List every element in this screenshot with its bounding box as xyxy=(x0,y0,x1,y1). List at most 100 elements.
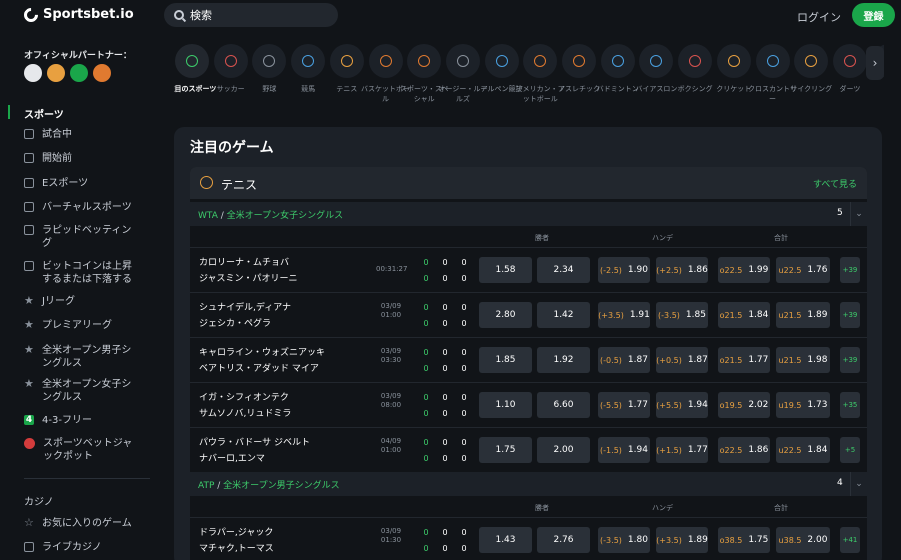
handicap-1-odds[interactable]: (-1.5) 1.94 xyxy=(598,437,650,463)
sidebar-item-premier[interactable]: ★ プレミアリーグ xyxy=(24,319,112,332)
winner-2-odds[interactable]: 2.00 xyxy=(537,437,590,463)
match-row: キャロライン・ウォズニアッキ ベアトリス・アダッド マイア 03/09 03:30 0 0… xyxy=(190,337,867,381)
sidebar-item-label: プレミアリーグ xyxy=(42,320,112,331)
sidebar-casino-header[interactable]: カジノ xyxy=(24,493,54,508)
player-2-name: サムソノバ,リュドミラ xyxy=(199,409,292,419)
winner-1-odds[interactable]: 1.58 xyxy=(479,257,532,283)
winner-1-odds[interactable]: 1.10 xyxy=(479,392,532,418)
sport-tab[interactable]: クロスカントリー xyxy=(748,44,797,104)
score-column: 00 xyxy=(422,300,430,332)
more-markets-button[interactable]: +39 xyxy=(840,302,860,328)
competition-header[interactable]: WTA / 全米オープン女子シングルス 5 ⌄ xyxy=(190,202,867,226)
sidebar-item-usopen-women[interactable]: ★ 全米オープン女子シングルス xyxy=(24,378,134,404)
match-players[interactable]: イガ・シフィオンテク サムソノバ,リュドミラ xyxy=(199,390,291,422)
match-clock: 01:00 xyxy=(380,446,402,454)
handicap-2-odds[interactable]: (+2.5) 1.86 xyxy=(656,257,708,283)
basketball-logo-icon[interactable] xyxy=(93,64,111,82)
competition-category: WTA xyxy=(198,211,218,221)
four-icon: 4 xyxy=(24,415,34,425)
total-under-odds[interactable]: u21.5 1.89 xyxy=(776,302,830,328)
sidebar-item-jackpot[interactable]: スポーツベットジャックポット xyxy=(24,437,136,463)
winner-1-odds[interactable]: 1.75 xyxy=(479,437,532,463)
more-markets-button[interactable]: +5 xyxy=(840,437,860,463)
winner-1-odds[interactable]: 1.85 xyxy=(479,347,532,373)
handicap-2-odds[interactable]: (+5.5) 1.94 xyxy=(656,392,708,418)
odds-line: u21.5 xyxy=(778,355,802,365)
total-under-odds[interactable]: u22.5 1.84 xyxy=(776,437,830,463)
sidebar-item-virtual[interactable]: バーチャルスポーツ xyxy=(24,201,132,214)
more-markets-button[interactable]: +35 xyxy=(840,392,860,418)
winner-1-odds[interactable]: 1.43 xyxy=(479,527,532,553)
total-under-odds[interactable]: u22.5 1.76 xyxy=(776,257,830,283)
competition-header[interactable]: ATP / 全米オープン男子シングルス 4 ⌄ xyxy=(190,472,867,496)
hull-logo-icon[interactable] xyxy=(47,64,65,82)
total-over-odds[interactable]: o21.5 1.84 xyxy=(718,302,770,328)
match-date: 03/09 xyxy=(380,302,402,310)
match-row: パウラ・バドーサ ジベルト ナバーロ,エンマ 04/09 01:00 0 0 0 0 0 0 1.7… xyxy=(190,427,867,471)
handicap-2-odds[interactable]: (-3.5) 1.85 xyxy=(656,302,708,328)
match-players[interactable]: パウラ・バドーサ ジベルト ナバーロ,エンマ xyxy=(199,435,310,467)
star-icon: ☆ xyxy=(24,516,34,529)
handicap-2-odds[interactable]: (+3.5) 1.89 xyxy=(656,527,708,553)
register-button[interactable]: 登録 xyxy=(852,3,895,27)
more-markets-button[interactable]: +39 xyxy=(840,257,860,283)
total-over-odds[interactable]: o38.5 1.75 xyxy=(718,527,770,553)
handicap-2-odds[interactable]: (+1.5) 1.77 xyxy=(656,437,708,463)
handicap-2-odds[interactable]: (+0.5) 1.87 xyxy=(656,347,708,373)
sidebar-sports-header[interactable]: スポーツ xyxy=(24,106,64,121)
sidebar-item-favorites[interactable]: ☆ お気に入りのゲーム xyxy=(24,517,132,530)
handicap-1-odds[interactable]: (-0.5) 1.87 xyxy=(598,347,650,373)
sidebar-item-esports[interactable]: Eスポーツ xyxy=(24,177,88,190)
winner-2-odds[interactable]: 1.42 xyxy=(537,302,590,328)
sport-tab[interactable]: アメリカン・フットボール xyxy=(516,44,565,104)
total-under-odds[interactable]: u38.5 2.00 xyxy=(776,527,830,553)
score-p2: 0 xyxy=(423,274,429,283)
total-under-odds[interactable]: u21.5 1.98 xyxy=(776,347,830,373)
odds-value: 1.75 xyxy=(748,535,769,545)
total-under-odds[interactable]: u19.5 1.73 xyxy=(776,392,830,418)
chevron-down-icon[interactable]: ⌄ xyxy=(850,202,867,226)
star-icon: ★ xyxy=(24,318,34,331)
handicap-1-odds[interactable]: (-3.5) 1.80 xyxy=(598,527,650,553)
sidebar-item-upcoming[interactable]: 開始前 xyxy=(24,152,72,165)
sidebar-item-431[interactable]: 4 4-3-フリー xyxy=(24,414,92,427)
score-p2: 0 xyxy=(461,544,467,553)
match-players[interactable]: ドラパー,ジャック マチャク,トーマス xyxy=(199,525,274,557)
match-players[interactable]: キャロライン・ウォズニアッキ ベアトリス・アダッド マイア xyxy=(199,345,325,377)
winner-2-odds[interactable]: 6.60 xyxy=(537,392,590,418)
newcastle-logo-icon[interactable] xyxy=(24,64,42,82)
login-link[interactable]: ログイン xyxy=(797,9,841,25)
more-markets-button[interactable]: +39 xyxy=(840,347,860,373)
competition-title: ATP / 全米オープン男子シングルス xyxy=(198,478,340,491)
winner-2-odds[interactable]: 2.34 xyxy=(537,257,590,283)
handicap-1-odds[interactable]: (+3.5) 1.91 xyxy=(598,302,650,328)
search-box[interactable] xyxy=(164,3,338,27)
see-all-link[interactable]: すべて見る xyxy=(813,177,857,190)
total-over-odds[interactable]: o22.5 1.86 xyxy=(718,437,770,463)
winner-2-odds[interactable]: 1.92 xyxy=(537,347,590,373)
more-markets-button[interactable]: +41 xyxy=(840,527,860,553)
chevron-right-icon[interactable]: › xyxy=(866,46,884,80)
winner-1-odds[interactable]: 2.80 xyxy=(479,302,532,328)
partner-green-logo-icon[interactable] xyxy=(70,64,88,82)
search-input[interactable] xyxy=(190,8,330,22)
chevron-down-icon[interactable]: ⌄ xyxy=(850,472,867,496)
score-p1: 0 xyxy=(442,393,448,402)
match-players[interactable]: シュナイデル,ディアナ ジェシカ・ペグラ xyxy=(199,300,291,332)
sidebar-item-jleague[interactable]: ★ Jリーグ xyxy=(24,295,75,308)
match-players[interactable]: カロリーナ・ムチョバ ジャスミン・パオリーニ xyxy=(199,255,298,287)
sidebar-item-live[interactable]: 試合中 xyxy=(24,128,72,141)
sidebar-item-usopen-men[interactable]: ★ 全米オープン男子シングルス xyxy=(24,344,134,370)
total-over-odds[interactable]: o21.5 1.77 xyxy=(718,347,770,373)
total-over-odds[interactable]: o22.5 1.99 xyxy=(718,257,770,283)
score-p1: 0 xyxy=(461,528,467,537)
handicap-1-odds[interactable]: (-2.5) 1.90 xyxy=(598,257,650,283)
winner-2-odds[interactable]: 2.76 xyxy=(537,527,590,553)
sidebar-item-rapid[interactable]: ラピッドベッティング xyxy=(24,224,134,250)
logo[interactable]: Sportsbet.io xyxy=(21,4,134,25)
sidebar-item-bitcoin[interactable]: ビットコインは上昇するまたは下落する xyxy=(24,260,136,286)
handicap-1-odds[interactable]: (-5.5) 1.77 xyxy=(598,392,650,418)
sport-tab[interactable]: オージー・ルールズ xyxy=(438,44,487,104)
total-over-odds[interactable]: o19.5 2.02 xyxy=(718,392,770,418)
sidebar-item-live-casino[interactable]: ライブカジノ xyxy=(24,541,102,554)
